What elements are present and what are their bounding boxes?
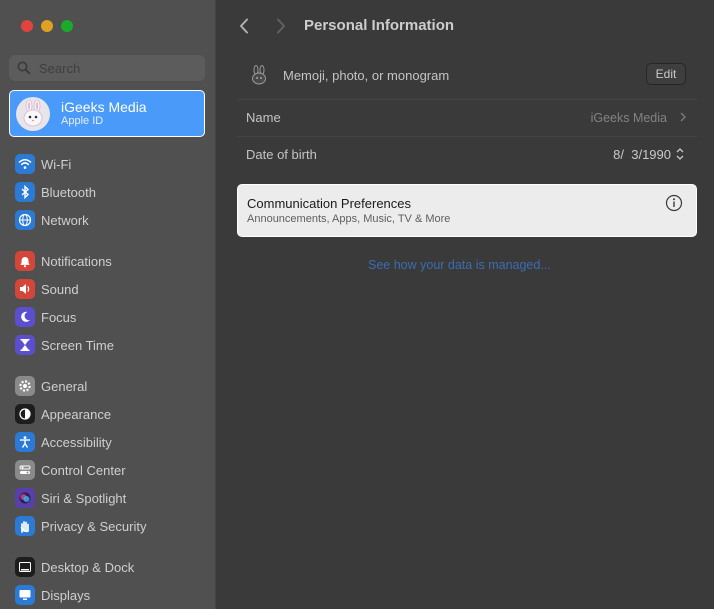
sidebar-item-label: Notifications [41, 253, 112, 269]
communication-preferences-row[interactable]: Communication Preferences Announcements,… [237, 184, 697, 237]
search-icon [17, 61, 31, 75]
apple-id-account[interactable]: iGeeks Media Apple ID [9, 90, 205, 137]
sidebar-item-label: Desktop & Dock [41, 559, 135, 575]
bluetooth-icon [15, 182, 35, 202]
sidebar-item-label: Focus [41, 309, 77, 325]
displays-icon [15, 585, 35, 605]
sidebar-item-label: Screen Time [41, 337, 114, 353]
siri-icon [15, 488, 35, 508]
chevron-right-icon [277, 18, 285, 34]
window-controls [21, 20, 73, 32]
dob-label: Date of birth [246, 147, 317, 162]
general-gear-icon [15, 376, 35, 396]
sidebar-item-network[interactable]: Network [15, 209, 89, 231]
communication-preferences-title: Communication Preferences [247, 196, 412, 211]
sidebar-item-desktop-dock[interactable]: Desktop & Dock [15, 556, 134, 578]
bunny-memoji-icon [252, 65, 266, 85]
screen-time-hourglass-icon [15, 335, 35, 355]
sidebar-item-label: Accessibility [41, 434, 112, 450]
account-subtitle: Apple ID [61, 115, 104, 128]
control-center-icon [15, 460, 35, 480]
sidebar-item-bluetooth[interactable]: Bluetooth [15, 181, 96, 203]
focus-moon-icon [15, 307, 35, 327]
sidebar-item-appearance[interactable]: Appearance [15, 403, 111, 425]
back-button[interactable] [235, 16, 253, 36]
sidebar-item-label: Appearance [41, 406, 112, 422]
desktop-dock-icon [15, 557, 35, 577]
bunny-memoji-icon [23, 99, 43, 126]
sidebar-item-focus[interactable]: Focus [15, 306, 76, 328]
name-row[interactable]: Name iGeeks Media [237, 99, 697, 134]
notifications-bell-icon [15, 251, 35, 271]
sidebar-item-label: Siri & Spotlight [41, 490, 127, 506]
privacy-hand-icon [15, 516, 35, 536]
close-window-button[interactable] [21, 20, 33, 32]
avatar [16, 96, 50, 131]
sidebar-item-label: Displays [41, 587, 91, 603]
minimize-window-button[interactable] [41, 20, 53, 32]
chevron-left-icon [240, 18, 248, 34]
sidebar-item-accessibility[interactable]: Accessibility [15, 431, 112, 453]
name-label: Name [246, 110, 281, 125]
network-globe-icon [15, 210, 35, 230]
sidebar-item-siri-spotlight[interactable]: Siri & Spotlight [15, 487, 126, 509]
sidebar-item-label: Sound [41, 281, 79, 297]
dob-date-stepper[interactable]: 8/ 3/1990 [613, 143, 685, 165]
sidebar-item-label: Network [41, 212, 89, 228]
search-field[interactable]: Search [9, 55, 205, 81]
sidebar-item-displays[interactable]: Displays [15, 584, 90, 606]
accessibility-icon [15, 432, 35, 452]
toolbar: Personal Information [216, 0, 714, 52]
forward-button[interactable] [272, 16, 290, 36]
data-managed-link[interactable]: See how your data is managed... [368, 258, 551, 272]
sidebar-item-general[interactable]: General [15, 375, 87, 397]
wifi-icon [15, 154, 35, 174]
sidebar-item-wifi[interactable]: Wi-Fi [15, 153, 71, 175]
chevron-right-icon [680, 112, 686, 122]
memoji-row: Memoji, photo, or monogram Edit [237, 58, 697, 92]
sidebar-item-label: Bluetooth [41, 184, 96, 200]
sidebar-item-screen-time[interactable]: Screen Time [15, 334, 114, 356]
sidebar: Search iGeeks Media Apple ID Wi-Fi Bluet… [0, 0, 216, 609]
search-placeholder: Search [39, 60, 81, 76]
appearance-icon [15, 404, 35, 424]
zoom-window-button[interactable] [61, 20, 73, 32]
page-title: Personal Information [304, 17, 455, 34]
dob-row: Date of birth 8/ 3/1990 [237, 136, 697, 171]
edit-button[interactable]: Edit [646, 63, 686, 85]
account-name: iGeeks Media [61, 99, 147, 116]
info-icon[interactable] [665, 194, 683, 212]
memoji-label: Memoji, photo, or monogram [283, 68, 450, 83]
sidebar-item-privacy-security[interactable]: Privacy & Security [15, 515, 146, 537]
sidebar-item-control-center[interactable]: Control Center [15, 459, 126, 481]
sound-speaker-icon [15, 279, 35, 299]
sidebar-item-label: Privacy & Security [41, 518, 147, 534]
sidebar-item-label: General [41, 378, 88, 394]
sidebar-item-label: Control Center [41, 462, 126, 478]
stepper-icon[interactable] [675, 147, 685, 161]
name-value: iGeeks Media [590, 111, 667, 125]
dob-value: 8/ 3/1990 [613, 146, 671, 162]
sidebar-item-label: Wi-Fi [41, 156, 72, 172]
communication-preferences-subtitle: Announcements, Apps, Music, TV & More [247, 213, 451, 225]
sidebar-item-notifications[interactable]: Notifications [15, 250, 112, 272]
sidebar-item-sound[interactable]: Sound [15, 278, 79, 300]
